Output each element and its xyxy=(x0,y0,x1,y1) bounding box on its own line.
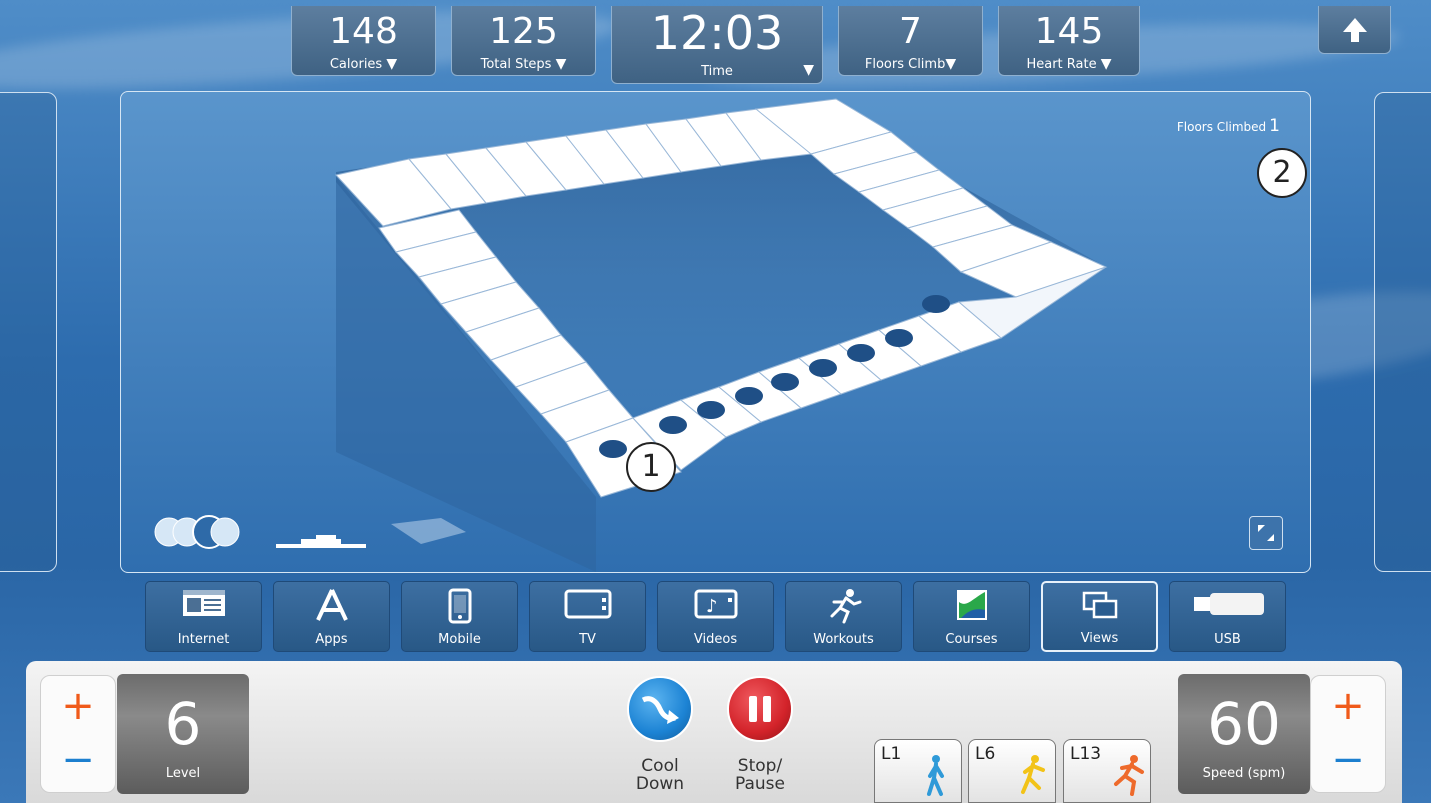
runner-icon xyxy=(1114,755,1144,796)
chevron-down-icon: ▼ xyxy=(555,56,567,72)
calories-value: 148 xyxy=(329,11,398,52)
time-label: Time xyxy=(701,64,733,79)
heart-rate-label: Heart Rate xyxy=(1026,57,1097,72)
nav-internet-button[interactable]: Internet xyxy=(145,581,262,652)
jogger-icon xyxy=(1021,755,1045,794)
walker-icon xyxy=(927,755,944,796)
calories-label: Calories xyxy=(329,57,383,72)
speed-adjust: + − xyxy=(1310,675,1386,793)
speed-value: 60 xyxy=(1207,690,1281,758)
preset-l6-button[interactable]: L6 xyxy=(968,739,1056,803)
preset-l13-button[interactable]: L13 xyxy=(1063,739,1151,803)
time-value: 12:03 xyxy=(650,6,784,60)
speed-readout: 60 Speed (spm) xyxy=(1178,674,1310,794)
level-readout: 6 Level xyxy=(117,674,249,794)
cool-down-label: Cool Down xyxy=(635,756,685,794)
level-increase-button[interactable]: + xyxy=(41,686,115,726)
expand-button[interactable] xyxy=(1249,516,1283,550)
nav-courses-button[interactable]: Courses xyxy=(913,581,1030,652)
nav-views-button[interactable]: Views xyxy=(1041,581,1158,652)
stair-visualization-panel: Floors Climbed 1 1 2 xyxy=(120,91,1311,573)
heart-rate-value: 145 xyxy=(1034,11,1104,52)
speed-increase-button[interactable]: + xyxy=(1311,686,1385,726)
top-view-icon xyxy=(391,518,466,544)
courses-icon xyxy=(956,590,987,620)
total-steps-value: 125 xyxy=(489,11,558,52)
floors-climb-value: 7 xyxy=(899,11,922,52)
chevron-down-icon: ▼ xyxy=(1100,56,1112,72)
time-stat[interactable]: 12:03 Time ▼ xyxy=(611,6,823,84)
speed-label: Speed (spm) xyxy=(1202,766,1286,781)
nav-courses-label: Courses xyxy=(945,632,998,647)
tv-icon xyxy=(564,589,611,619)
cool-down-icon xyxy=(641,696,679,724)
stop-pause-label: Stop/ Pause xyxy=(735,756,785,794)
nav-views-label: Views xyxy=(1080,631,1119,646)
collapse-up-button[interactable] xyxy=(1318,6,1391,54)
level-decrease-button[interactable]: − xyxy=(41,740,115,780)
left-side-panel[interactable] xyxy=(0,92,57,572)
usb-icon xyxy=(1193,593,1264,615)
nav-apps-label: Apps xyxy=(315,632,348,647)
views-icon xyxy=(1082,591,1117,619)
chevron-down-icon: ▼ xyxy=(386,56,398,72)
callout-marker-1: 1 xyxy=(626,442,676,492)
nav-tv-button[interactable]: TV xyxy=(529,581,646,652)
stop-pause-button[interactable] xyxy=(727,676,793,742)
nav-workouts-button[interactable]: Workouts xyxy=(785,581,902,652)
stair-loop-graphic xyxy=(154,98,1108,572)
level-adjust: + − xyxy=(40,675,116,793)
chevron-down-icon: ▼ xyxy=(945,56,957,72)
cool-down-button[interactable] xyxy=(627,676,693,742)
arrow-up-icon xyxy=(1343,18,1367,42)
nav-usb-button[interactable]: USB xyxy=(1169,581,1286,652)
level-value: 6 xyxy=(164,690,202,758)
calories-stat[interactable]: 148 Calories ▼ xyxy=(291,6,436,76)
internet-icon xyxy=(182,590,225,616)
preset-l6-label: L6 xyxy=(975,744,996,764)
nav-videos-label: Videos xyxy=(693,632,738,647)
nav-internet-label: Internet xyxy=(177,632,230,647)
3d-view-icon xyxy=(154,515,240,549)
right-side-panel[interactable] xyxy=(1374,92,1431,572)
chevron-down-icon: ▼ xyxy=(803,62,814,78)
expand-icon xyxy=(1258,525,1274,541)
nav-workouts-label: Workouts xyxy=(813,632,874,647)
mobile-icon xyxy=(448,588,471,624)
nav-apps-button[interactable]: Apps xyxy=(273,581,390,652)
floors-climb-label: Floors Climb xyxy=(864,57,946,72)
profile-view-icon xyxy=(276,535,366,548)
total-steps-label: Total Steps xyxy=(480,57,552,72)
total-steps-stat[interactable]: 125 Total Steps ▼ xyxy=(451,6,596,76)
nav-tv-label: TV xyxy=(579,632,596,647)
svg-text:♪: ♪ xyxy=(706,596,718,617)
preset-l1-button[interactable]: L1 xyxy=(874,739,962,803)
preset-l13-label: L13 xyxy=(1070,744,1102,764)
workouts-icon xyxy=(830,589,861,624)
level-label: Level xyxy=(165,766,201,781)
heart-rate-stat[interactable]: 145 Heart Rate ▼ xyxy=(998,6,1140,76)
nav-mobile-button[interactable]: Mobile xyxy=(401,581,518,652)
pause-icon xyxy=(749,696,771,722)
nav-mobile-label: Mobile xyxy=(438,632,481,647)
nav-usb-label: USB xyxy=(1214,632,1241,647)
apps-icon xyxy=(315,589,348,621)
callout-marker-2: 2 xyxy=(1257,148,1307,198)
floors-climb-stat[interactable]: 7 Floors Climb▼ xyxy=(838,6,983,76)
preset-l1-label: L1 xyxy=(881,744,902,764)
speed-decrease-button[interactable]: − xyxy=(1311,740,1385,780)
nav-videos-button[interactable]: ♪ Videos xyxy=(657,581,774,652)
videos-icon: ♪ xyxy=(694,589,737,619)
